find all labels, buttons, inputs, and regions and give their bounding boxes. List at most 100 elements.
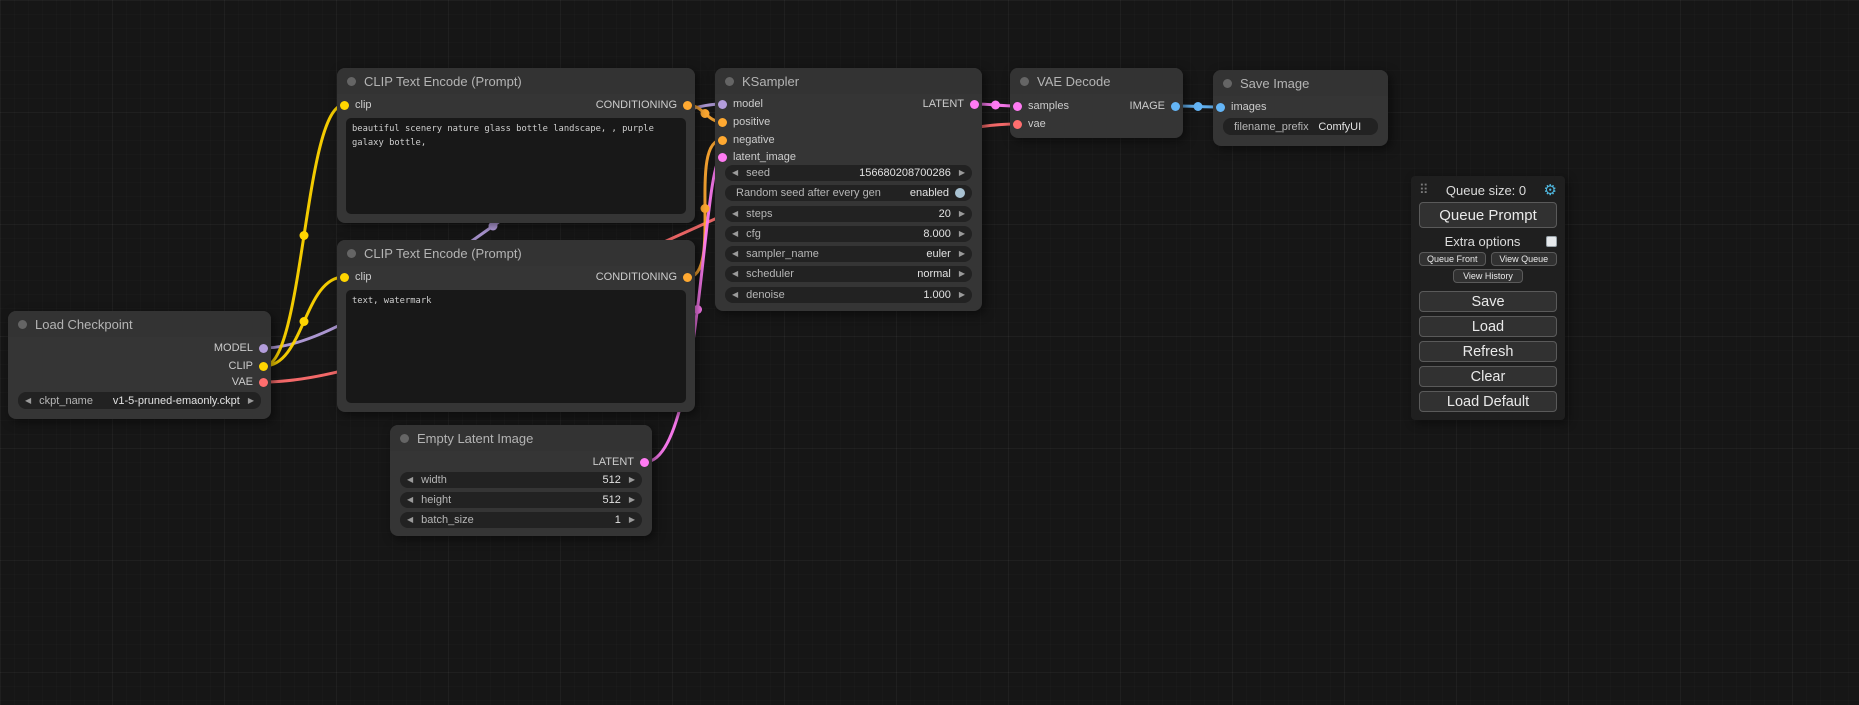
increment-arrow-icon[interactable]: ▶	[959, 250, 965, 258]
decrement-arrow-icon[interactable]: ◀	[732, 250, 738, 258]
widget-label: cfg	[746, 228, 923, 240]
load-button[interactable]: Load	[1419, 316, 1557, 337]
prompt-textarea[interactable]: beautiful scenery nature glass bottle la…	[346, 118, 686, 214]
output-slot-image: IMAGE	[1130, 99, 1183, 113]
decrement-arrow-icon[interactable]: ◀	[732, 291, 738, 299]
settings-gear-icon[interactable]: ⚙	[1544, 183, 1557, 198]
node-title-bar[interactable]: KSampler	[715, 68, 982, 94]
collapse-dot-icon[interactable]	[1020, 77, 1029, 86]
clip-output-port[interactable]	[259, 362, 268, 371]
widget-width[interactable]: ◀ width 512 ▶	[400, 472, 642, 488]
increment-arrow-icon[interactable]: ▶	[959, 169, 965, 177]
decrement-arrow-icon[interactable]: ◀	[407, 476, 413, 484]
node-title-bar[interactable]: Empty Latent Image	[390, 425, 652, 451]
slot-label: latent_image	[733, 151, 796, 163]
latent-output-port[interactable]	[970, 100, 979, 109]
widget-sampler-name[interactable]: ◀ sampler_name euler ▶	[725, 246, 972, 262]
decrement-arrow-icon[interactable]: ◀	[407, 516, 413, 524]
clip-input-port[interactable]	[340, 101, 349, 110]
decrement-arrow-icon[interactable]: ◀	[25, 397, 31, 405]
widget-value: 1	[615, 514, 621, 526]
queue-front-button[interactable]: Queue Front	[1419, 252, 1486, 266]
latent-image-input-port[interactable]	[718, 153, 727, 162]
node-title-bar[interactable]: Load Checkpoint	[8, 311, 271, 337]
increment-arrow-icon[interactable]: ▶	[248, 397, 254, 405]
increment-arrow-icon[interactable]: ▶	[959, 230, 965, 238]
extra-options-label: Extra options	[1419, 234, 1546, 249]
widget-seed[interactable]: ◀ seed 156680208700286 ▶	[725, 165, 972, 181]
images-input-port[interactable]	[1216, 103, 1225, 112]
decrement-arrow-icon[interactable]: ◀	[407, 496, 413, 504]
node-clip-text-encode-positive[interactable]: CLIP Text Encode (Prompt) clip CONDITION…	[337, 68, 695, 223]
collapse-dot-icon[interactable]	[347, 77, 356, 86]
slot-label: samples	[1028, 100, 1069, 112]
clear-button[interactable]: Clear	[1419, 366, 1557, 387]
widget-denoise[interactable]: ◀ denoise 1.000 ▶	[725, 287, 972, 303]
collapse-dot-icon[interactable]	[400, 434, 409, 443]
increment-arrow-icon[interactable]: ▶	[629, 476, 635, 484]
decrement-arrow-icon[interactable]: ◀	[732, 230, 738, 238]
latent-output-port[interactable]	[640, 458, 649, 467]
decrement-arrow-icon[interactable]: ◀	[732, 270, 738, 278]
collapse-dot-icon[interactable]	[18, 320, 27, 329]
drag-handle-icon[interactable]: ⠿	[1419, 182, 1429, 198]
node-title-bar[interactable]: Save Image	[1213, 70, 1388, 96]
decrement-arrow-icon[interactable]: ◀	[732, 210, 738, 218]
widget-label: Random seed after every gen	[736, 187, 910, 199]
widget-cfg[interactable]: ◀ cfg 8.000 ▶	[725, 226, 972, 242]
queue-buttons-row: Queue Front View Queue	[1419, 252, 1557, 266]
increment-arrow-icon[interactable]: ▶	[959, 210, 965, 218]
node-clip-text-encode-negative[interactable]: CLIP Text Encode (Prompt) clip CONDITION…	[337, 240, 695, 412]
vae-output-port[interactable]	[259, 378, 268, 387]
node-load-checkpoint[interactable]: Load Checkpoint MODEL CLIP VAE ◀ ckpt_na…	[8, 311, 271, 419]
node-title-bar[interactable]: CLIP Text Encode (Prompt)	[337, 68, 695, 94]
increment-arrow-icon[interactable]: ▶	[959, 291, 965, 299]
node-empty-latent-image[interactable]: Empty Latent Image LATENT ◀ width 512 ▶ …	[390, 425, 652, 536]
conditioning-output-port[interactable]	[683, 101, 692, 110]
widget-value: 156680208700286	[859, 167, 951, 179]
model-output-port[interactable]	[259, 344, 268, 353]
queue-prompt-button[interactable]: Queue Prompt	[1419, 202, 1557, 228]
node-title-bar[interactable]: CLIP Text Encode (Prompt)	[337, 240, 695, 266]
seed-mode-toggle[interactable]	[955, 188, 965, 198]
view-history-button[interactable]: View History	[1453, 269, 1523, 283]
clip-input-port[interactable]	[340, 273, 349, 282]
extra-options-checkbox[interactable]	[1546, 236, 1557, 247]
widget-height[interactable]: ◀ height 512 ▶	[400, 492, 642, 508]
collapse-dot-icon[interactable]	[1223, 79, 1232, 88]
slot-label: MODEL	[214, 342, 253, 354]
widget-scheduler[interactable]: ◀ scheduler normal ▶	[725, 266, 972, 282]
widget-batch-size[interactable]: ◀ batch_size 1 ▶	[400, 512, 642, 528]
widget-filename-prefix[interactable]: filename_prefix ComfyUI	[1223, 118, 1378, 135]
widget-ckpt-name[interactable]: ◀ ckpt_name v1-5-pruned-emaonly.ckpt ▶	[18, 392, 261, 409]
graph-canvas[interactable]: Load Checkpoint MODEL CLIP VAE ◀ ckpt_na…	[0, 0, 1859, 705]
collapse-dot-icon[interactable]	[725, 77, 734, 86]
node-vae-decode[interactable]: VAE Decode samples vae IMAGE	[1010, 68, 1183, 138]
conditioning-output-port[interactable]	[683, 273, 692, 282]
collapse-dot-icon[interactable]	[347, 249, 356, 258]
increment-arrow-icon[interactable]: ▶	[959, 270, 965, 278]
node-save-image[interactable]: Save Image images filename_prefix ComfyU…	[1213, 70, 1388, 146]
widget-label: filename_prefix	[1234, 121, 1309, 133]
save-button[interactable]: Save	[1419, 291, 1557, 312]
view-queue-button[interactable]: View Queue	[1491, 252, 1558, 266]
node-title: Empty Latent Image	[417, 431, 533, 446]
decrement-arrow-icon[interactable]: ◀	[732, 169, 738, 177]
widget-steps[interactable]: ◀ steps 20 ▶	[725, 206, 972, 222]
output-slot-model: MODEL	[214, 341, 271, 355]
model-input-port[interactable]	[718, 100, 727, 109]
slot-label: CONDITIONING	[596, 99, 677, 111]
increment-arrow-icon[interactable]: ▶	[629, 516, 635, 524]
image-output-port[interactable]	[1171, 102, 1180, 111]
samples-input-port[interactable]	[1013, 102, 1022, 111]
prompt-textarea[interactable]: text, watermark	[346, 290, 686, 403]
node-ksampler[interactable]: KSampler model positive negative latent_…	[715, 68, 982, 311]
widget-seed-control[interactable]: Random seed after every gen enabled	[725, 185, 972, 201]
refresh-button[interactable]: Refresh	[1419, 341, 1557, 362]
node-title-bar[interactable]: VAE Decode	[1010, 68, 1183, 94]
increment-arrow-icon[interactable]: ▶	[629, 496, 635, 504]
negative-input-port[interactable]	[718, 136, 727, 145]
vae-input-port[interactable]	[1013, 120, 1022, 129]
load-default-button[interactable]: Load Default	[1419, 391, 1557, 412]
positive-input-port[interactable]	[718, 118, 727, 127]
